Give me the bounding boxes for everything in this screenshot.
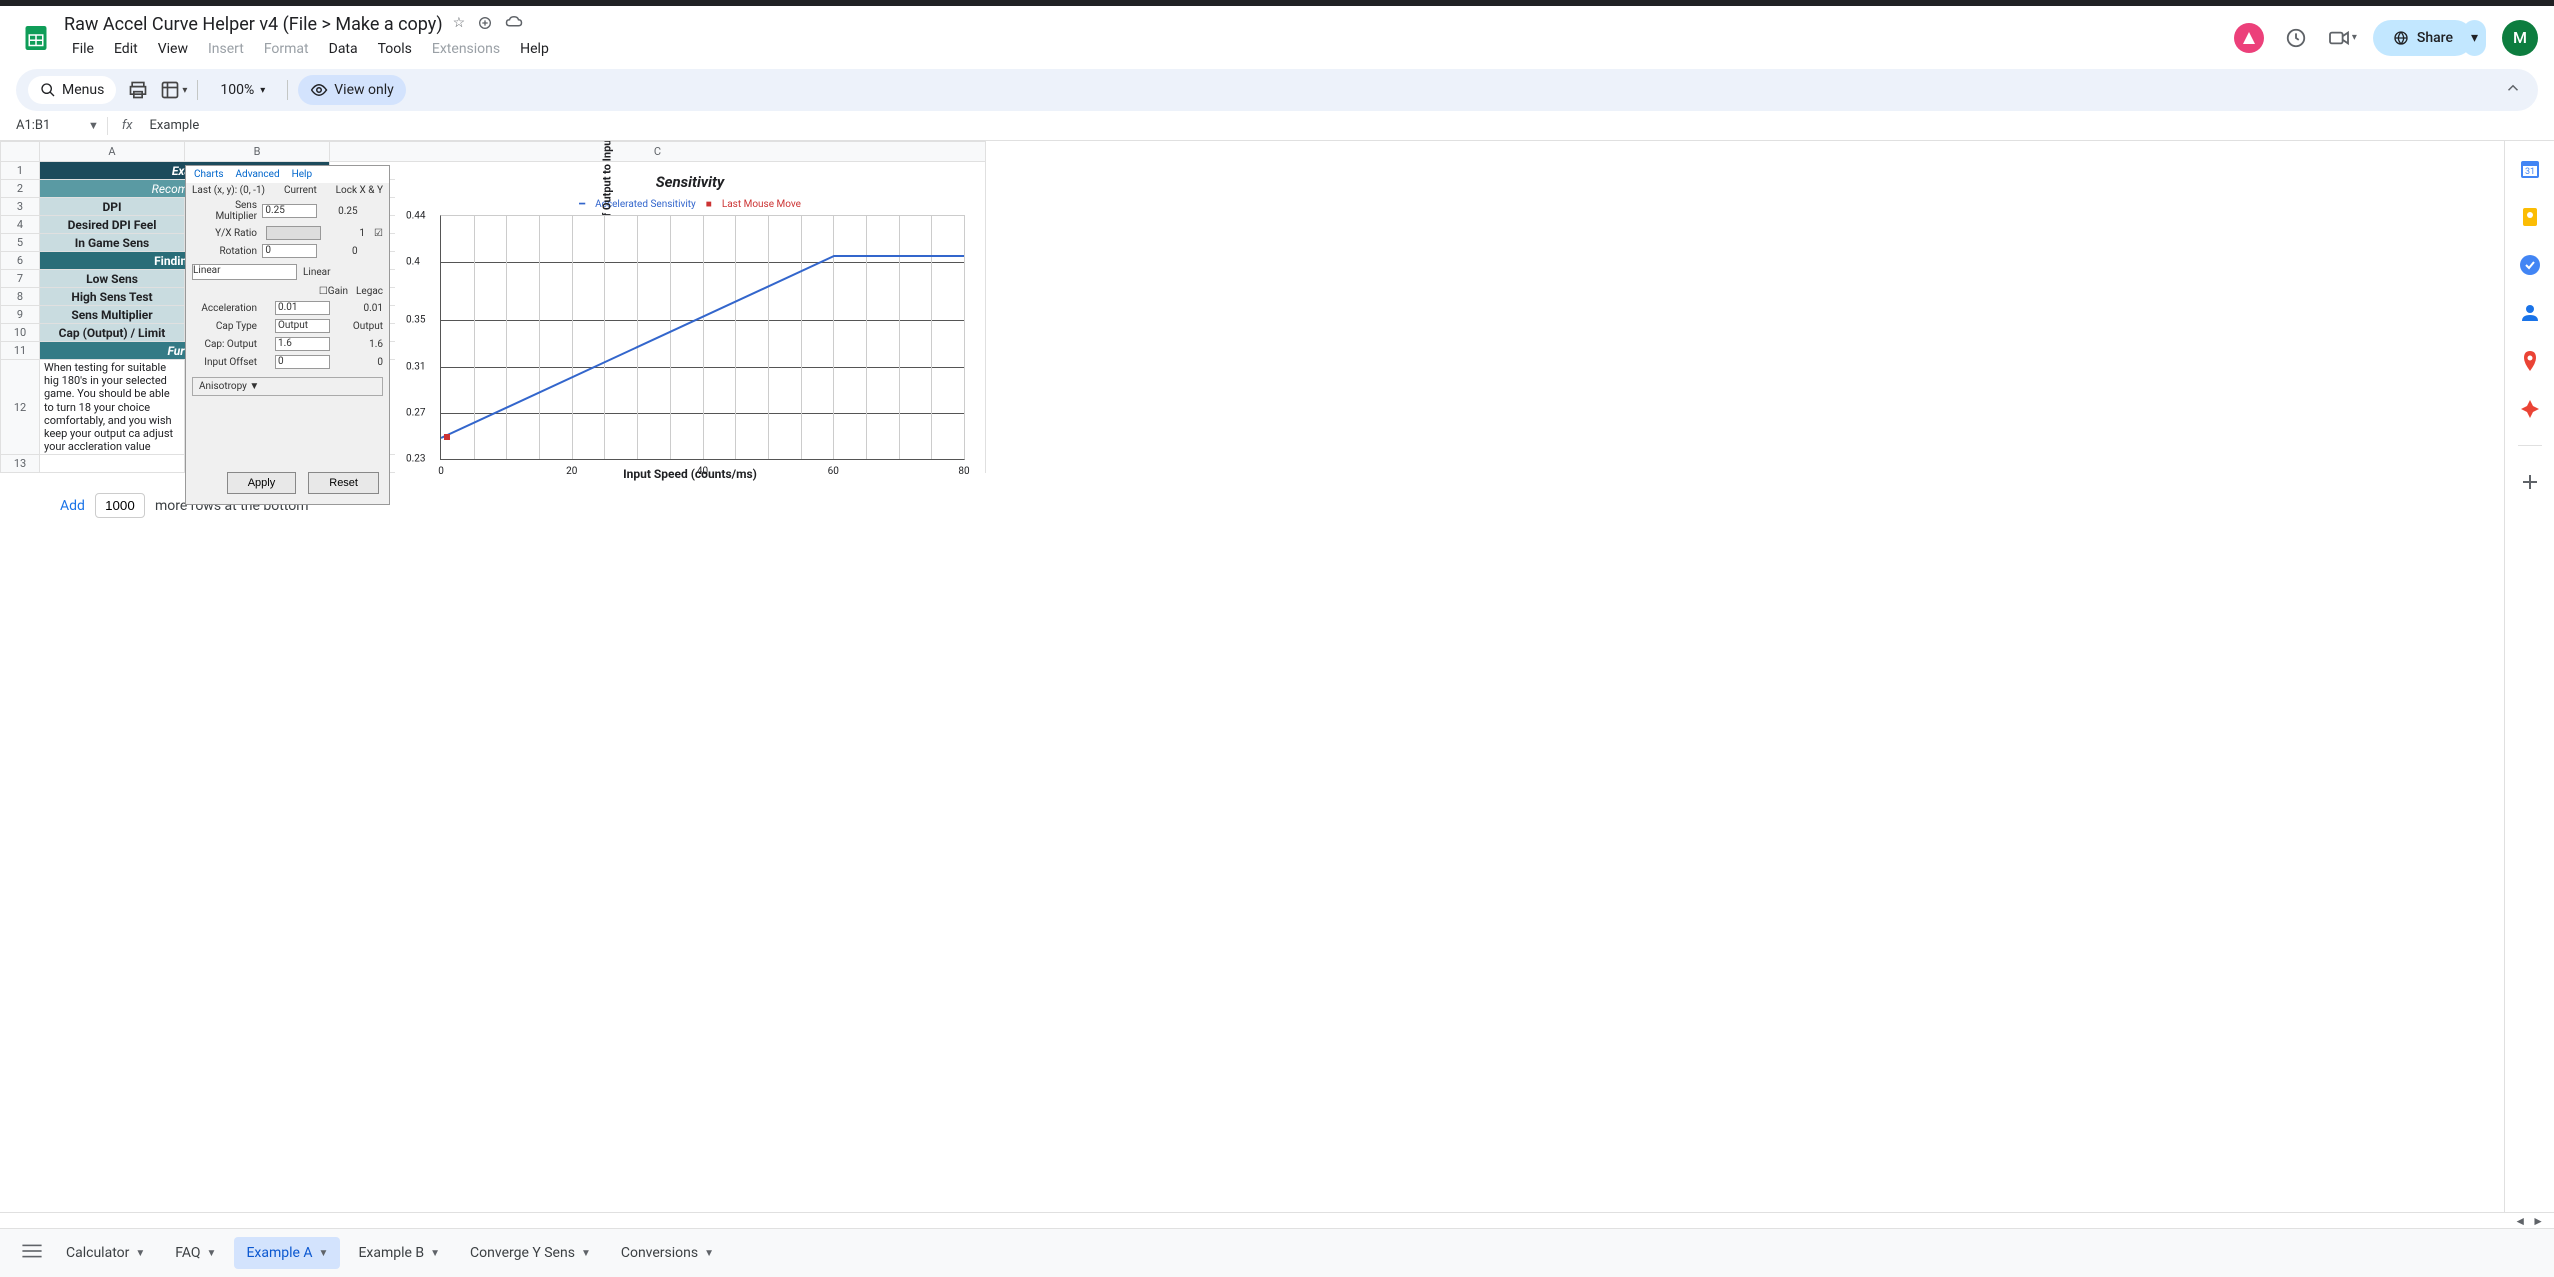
row-header[interactable]: 3 bbox=[0, 198, 40, 216]
horizontal-scrollbar[interactable]: ◄► bbox=[0, 1212, 2554, 1228]
cell-a8[interactable]: High Sens Test bbox=[40, 288, 185, 306]
row-header[interactable]: 9 bbox=[0, 306, 40, 324]
svg-text:31: 31 bbox=[2524, 167, 2534, 177]
row-header[interactable]: 6 bbox=[0, 252, 40, 270]
tab-converge[interactable]: Converge Y Sens▼ bbox=[458, 1237, 603, 1269]
addon-icon[interactable] bbox=[2518, 397, 2542, 421]
star-icon[interactable]: ☆ bbox=[453, 15, 466, 35]
cell-a9[interactable]: Sens Multiplier bbox=[40, 306, 185, 324]
namebox-dropdown[interactable]: ▼ bbox=[88, 119, 99, 132]
menus-search[interactable]: Menus bbox=[28, 76, 116, 104]
row-header[interactable]: 5 bbox=[0, 234, 40, 252]
share-dropdown[interactable]: ▾ bbox=[2463, 20, 2486, 56]
chevron-down-icon[interactable]: ▼ bbox=[581, 1248, 591, 1259]
history-icon[interactable] bbox=[2280, 22, 2312, 54]
add-rows-suffix: more rows at the bottom bbox=[155, 498, 309, 514]
menus-label: Menus bbox=[62, 82, 104, 98]
cell-a3[interactable]: DPI bbox=[40, 198, 185, 216]
tab-faq[interactable]: FAQ▼ bbox=[163, 1237, 228, 1269]
menu-help[interactable]: Help bbox=[512, 37, 557, 61]
menu-file[interactable]: File bbox=[64, 37, 102, 61]
row-header[interactable]: 13 bbox=[0, 455, 40, 473]
add-rows-input[interactable] bbox=[95, 493, 145, 518]
keep-icon[interactable] bbox=[2518, 205, 2542, 229]
anonymous-user-icon[interactable] bbox=[2234, 23, 2264, 53]
row-header[interactable]: 4 bbox=[0, 216, 40, 234]
select-all-corner[interactable] bbox=[0, 141, 40, 162]
row-header[interactable]: 8 bbox=[0, 288, 40, 306]
cell-a5[interactable]: In Game Sens bbox=[40, 234, 185, 252]
tab-example-b[interactable]: Example B▼ bbox=[346, 1237, 452, 1269]
row-header[interactable]: 11 bbox=[0, 342, 40, 360]
side-panel: 31 bbox=[2504, 141, 2554, 1212]
cell-a7[interactable]: Low Sens bbox=[40, 270, 185, 288]
chevron-down-icon[interactable]: ▼ bbox=[207, 1248, 217, 1259]
zoom-dropdown[interactable]: 100%▾ bbox=[208, 76, 277, 104]
search-icon bbox=[40, 82, 56, 98]
maps-icon[interactable] bbox=[2518, 349, 2542, 373]
cell-a12[interactable]: When testing for suitable hig 180's in y… bbox=[40, 360, 185, 455]
col-header-c[interactable]: C bbox=[330, 141, 986, 162]
menu-format: Format bbox=[256, 37, 317, 61]
document-title[interactable]: Raw Accel Curve Helper v4 (File > Make a… bbox=[64, 14, 443, 35]
row-header[interactable]: 7 bbox=[0, 270, 40, 288]
account-avatar[interactable]: M bbox=[2502, 20, 2538, 56]
cell-a10[interactable]: Cap (Output) / Limit bbox=[40, 324, 185, 342]
menu-view[interactable]: View bbox=[150, 37, 196, 61]
tab-conversions[interactable]: Conversions▼ bbox=[609, 1237, 726, 1269]
all-sheets-button[interactable] bbox=[16, 1237, 48, 1269]
print-icon[interactable] bbox=[126, 78, 150, 102]
col-header-b[interactable]: B bbox=[185, 141, 330, 162]
calendar-icon[interactable]: 31 bbox=[2518, 157, 2542, 181]
menu-insert: Insert bbox=[200, 37, 252, 61]
row-header[interactable]: 12 bbox=[0, 360, 40, 455]
chevron-down-icon[interactable]: ▼ bbox=[704, 1248, 714, 1259]
menu-extensions: Extensions bbox=[424, 37, 508, 61]
add-addon-icon[interactable] bbox=[2518, 470, 2542, 494]
contacts-icon[interactable] bbox=[2518, 301, 2542, 325]
cell-a6[interactable]: Finding a H bbox=[40, 252, 330, 270]
cell-a11[interactable]: Furthe bbox=[40, 342, 330, 360]
row-header[interactable]: 1 bbox=[0, 162, 40, 180]
share-label: Share bbox=[2417, 30, 2453, 46]
fx-icon: fx bbox=[116, 118, 139, 133]
tasks-icon[interactable] bbox=[2518, 253, 2542, 277]
sheets-logo[interactable] bbox=[16, 18, 56, 58]
add-rows-link[interactable]: Add bbox=[60, 498, 85, 514]
collapse-toolbar-icon[interactable] bbox=[2500, 75, 2526, 105]
col-header-a[interactable]: A bbox=[40, 141, 185, 162]
filter-views-icon[interactable]: ▾ bbox=[160, 78, 187, 102]
meet-icon[interactable]: ▾ bbox=[2328, 22, 2357, 54]
formula-bar[interactable]: Example bbox=[147, 115, 2544, 136]
chevron-down-icon[interactable]: ▼ bbox=[319, 1248, 329, 1259]
eye-icon bbox=[310, 81, 328, 99]
tab-calculator[interactable]: Calculator▼ bbox=[54, 1237, 157, 1269]
move-icon[interactable] bbox=[477, 15, 493, 35]
chevron-down-icon[interactable]: ▼ bbox=[135, 1248, 145, 1259]
menu-edit[interactable]: Edit bbox=[106, 37, 146, 61]
view-only-badge[interactable]: View only bbox=[298, 75, 405, 105]
row-header[interactable]: 2 bbox=[0, 180, 40, 198]
cell-a2[interactable]: Recommend bbox=[40, 180, 330, 198]
view-only-label: View only bbox=[334, 82, 393, 98]
cell-c2[interactable] bbox=[330, 180, 986, 198]
row-header[interactable]: 10 bbox=[0, 324, 40, 342]
menu-tools[interactable]: Tools bbox=[370, 37, 420, 61]
toolbar: Menus ▾ 100%▾ View only bbox=[16, 69, 2538, 111]
tab-example-a[interactable]: Example A▼ bbox=[234, 1237, 340, 1269]
cloud-icon[interactable] bbox=[505, 15, 523, 35]
share-button[interactable]: Share bbox=[2373, 20, 2473, 56]
globe-icon bbox=[2393, 30, 2409, 46]
cell-a1[interactable]: Exan bbox=[40, 162, 330, 180]
menu-data[interactable]: Data bbox=[321, 37, 366, 61]
cell-a4[interactable]: Desired DPI Feel bbox=[40, 216, 185, 234]
chevron-down-icon[interactable]: ▼ bbox=[430, 1248, 440, 1259]
cell-c1[interactable] bbox=[330, 162, 986, 180]
name-box[interactable]: A1:B1 bbox=[10, 115, 80, 136]
